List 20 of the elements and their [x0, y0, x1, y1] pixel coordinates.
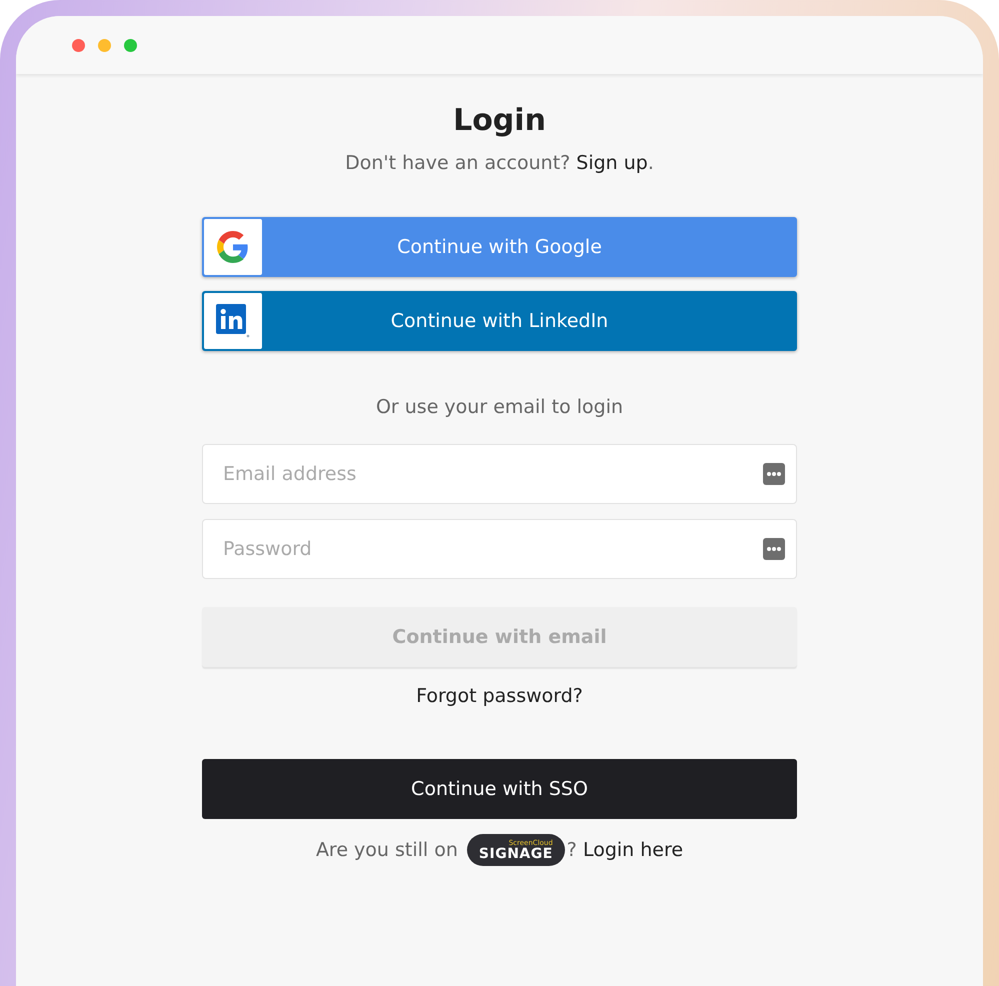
- forgot-password-link[interactable]: Forgot password?: [416, 685, 583, 707]
- period-text: .: [648, 152, 654, 174]
- password-manager-icon[interactable]: [763, 538, 785, 560]
- sso-button[interactable]: Continue with SSO: [202, 759, 797, 819]
- maximize-button[interactable]: [124, 38, 137, 52]
- divider-text: Or use your email to login: [376, 396, 624, 418]
- linkedin-login-button[interactable]: Continue with LinkedIn: [202, 291, 797, 351]
- signup-link[interactable]: Sign up: [576, 152, 648, 174]
- password-manager-icon[interactable]: [763, 463, 785, 485]
- google-icon: [217, 231, 249, 263]
- signup-prompt: Don't have an account?: [345, 152, 572, 174]
- page-title: Login: [453, 102, 546, 140]
- question-mark: ?: [566, 839, 578, 861]
- close-button[interactable]: [72, 38, 85, 52]
- input-field[interactable]: Password: [202, 519, 797, 579]
- minimize-button[interactable]: [98, 38, 111, 52]
- linkedin-icon: [216, 304, 250, 338]
- legacy-login-link[interactable]: Login here: [582, 839, 684, 861]
- legacy-prompt: Are you still on: [316, 839, 458, 861]
- input-field[interactable]: Email address: [202, 444, 797, 504]
